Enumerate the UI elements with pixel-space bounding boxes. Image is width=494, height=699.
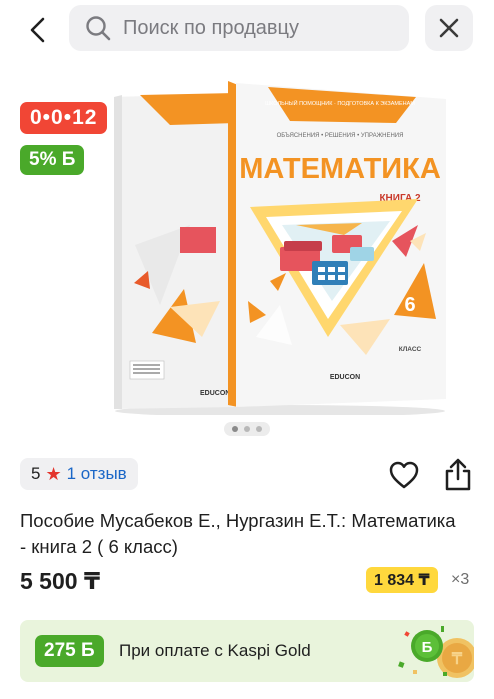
book-grade-label: КЛАСС bbox=[399, 346, 422, 353]
bonus-badge: 5% Б bbox=[20, 145, 85, 175]
close-button[interactable] bbox=[425, 5, 473, 51]
kaspi-bonus-text: При оплате с Kaspi Gold bbox=[119, 641, 311, 660]
installment-badge: 0•0•12 bbox=[20, 102, 108, 134]
pagination-dot[interactable] bbox=[256, 426, 262, 432]
front-publisher-text: EDUCON bbox=[330, 374, 360, 381]
share-button[interactable] bbox=[442, 458, 474, 492]
favorite-button[interactable] bbox=[388, 460, 420, 492]
svg-text:Б: Б bbox=[422, 639, 433, 656]
gallery-pagination[interactable] bbox=[224, 422, 270, 436]
star-icon: ★ bbox=[45, 463, 62, 484]
installment-price: 1 834 ₸ bbox=[366, 567, 438, 593]
kaspi-coins-illustration: ₸ Б bbox=[398, 626, 474, 678]
kaspi-bonus-badge: 275 Б bbox=[35, 635, 104, 667]
top-bar bbox=[0, 0, 494, 58]
rating-value: 5 bbox=[31, 464, 41, 483]
pagination-dot[interactable] bbox=[244, 426, 250, 432]
svg-text:₸: ₸ bbox=[451, 651, 463, 668]
book-series-text: ШКОЛЬНЫЙ ПОМОЩНИК · ПОДГОТОВКА К ЭКЗАМЕН… bbox=[265, 99, 415, 107]
close-icon bbox=[439, 18, 459, 38]
product-image: EDUCON ШКОЛЬНЫЙ ПОМОЩНИК · ПОДГОТОВКА К … bbox=[114, 81, 446, 415]
pagination-dot[interactable] bbox=[232, 426, 238, 432]
kaspi-gold-bonus-banner[interactable]: 275 Б При оплате с Kaspi Gold ₸ Б bbox=[20, 620, 474, 682]
book-title-text: МАТЕМАТИКА bbox=[239, 153, 441, 185]
search-input[interactable] bbox=[123, 16, 383, 40]
search-icon bbox=[86, 16, 111, 41]
reviews-link[interactable]: 1 отзыв bbox=[67, 464, 127, 484]
back-button[interactable] bbox=[18, 10, 58, 50]
installment-months: ×3 bbox=[451, 571, 470, 588]
book-grade-number: 6 bbox=[404, 294, 415, 316]
book-subtitle-text: ОБЪЯСНЕНИЯ • РЕШЕНИЯ • УПРАЖНЕНИЯ bbox=[277, 133, 404, 139]
product-gallery[interactable]: 0•0•12 5% Б EDUCON ШКОЛЬНЫЙ ПОМОЩНИК · П… bbox=[0, 60, 494, 440]
share-icon bbox=[445, 458, 471, 491]
back-publisher-text: EDUCON bbox=[200, 390, 230, 397]
chevron-left-icon bbox=[30, 17, 45, 43]
rating-reviews-button[interactable]: 5 ★ 1 отзыв bbox=[20, 458, 138, 490]
search-bar[interactable] bbox=[69, 5, 409, 51]
product-price: 5 500 ₸ bbox=[20, 568, 100, 594]
product-title: Пособие Мусабеков Е., Нургазин Е.Т.: Мат… bbox=[20, 510, 456, 557]
heart-icon bbox=[389, 461, 419, 489]
